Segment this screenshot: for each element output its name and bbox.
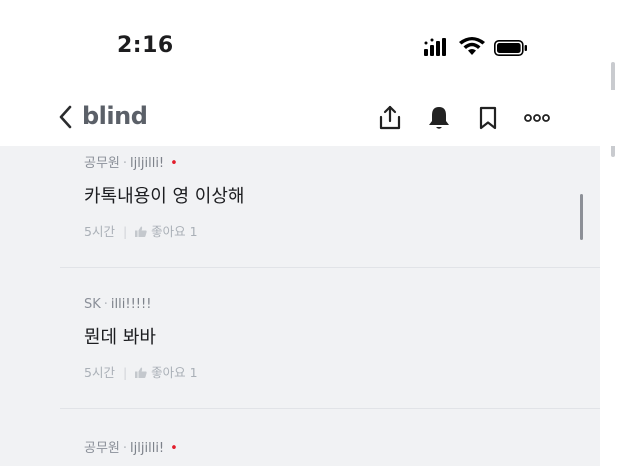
author-nickname[interactable]: ljljilli! — [130, 441, 164, 456]
footer-separator: | — [122, 365, 128, 380]
comment-meta: 공무원 · ljljilli! • — [84, 155, 564, 173]
footer-separator: | — [122, 224, 128, 239]
like-count: 좋아요 1 — [151, 365, 198, 380]
meta-separator: · — [122, 156, 128, 171]
bookmark-icon — [479, 106, 497, 130]
thumbs-up-icon — [135, 367, 147, 378]
comment-divider — [60, 408, 600, 409]
meta-separator: · — [122, 441, 128, 456]
battery-icon — [494, 40, 527, 56]
comment-meta: 공무원 · ljljilli! • — [84, 440, 564, 458]
company-name: SK — [84, 297, 101, 312]
comment-divider — [60, 267, 600, 268]
notification-button[interactable] — [425, 104, 453, 132]
more-button[interactable] — [523, 104, 551, 132]
company-name: 공무원 — [84, 156, 120, 171]
cellular-signal-icon — [424, 38, 446, 56]
comment-meta: SK · illi!!!!! — [84, 296, 564, 314]
comment-footer: 5시간 | 좋아요 1 — [84, 364, 564, 382]
comment-time: 5시간 — [84, 365, 115, 380]
author-badge: • — [170, 441, 178, 456]
nav-bar: blind — [0, 90, 617, 146]
comment-footer: 5시간 | 좋아요 1 — [84, 223, 564, 241]
like-button[interactable]: 좋아요 1 — [135, 365, 198, 380]
back-chevron-icon[interactable] — [56, 102, 76, 132]
comment-item[interactable]: 공무원 · ljljilli! • 카톡내용이 영 이상해 5시간 | 좋아요 1 — [84, 155, 564, 241]
status-time: 2:16 — [117, 33, 174, 58]
comment-text: 카톡내용이 영 이상해 — [84, 186, 245, 207]
bookmark-button[interactable] — [474, 104, 502, 132]
comment-item[interactable]: 공무원 · ljljilli! • — [84, 440, 564, 458]
comment-list[interactable]: 공무원 · ljljilli! • 카톡내용이 영 이상해 5시간 | 좋아요 1 SK ·… — [0, 146, 600, 466]
author-badge: • — [170, 156, 178, 171]
comment-item[interactable]: SK · illi!!!!! 뭔데 봐바 5시간 | 좋아요 1 — [84, 296, 564, 382]
share-button[interactable] — [376, 104, 404, 132]
more-icon — [524, 114, 550, 122]
share-icon — [379, 105, 401, 130]
company-name: 공무원 — [84, 441, 120, 456]
brand-logo[interactable]: blind — [82, 102, 148, 130]
meta-separator: · — [103, 297, 108, 312]
feed-scrollbar-thumb[interactable] — [580, 194, 583, 240]
thumbs-up-icon — [135, 226, 147, 237]
wifi-icon — [459, 37, 485, 55]
author-nickname[interactable]: ljljilli! — [130, 156, 164, 171]
status-icons — [424, 36, 564, 60]
author-nickname[interactable]: illi!!!!! — [111, 297, 152, 312]
like-count: 좋아요 1 — [151, 224, 198, 239]
like-button[interactable]: 좋아요 1 — [135, 224, 198, 239]
comment-text: 뭔데 봐바 — [84, 327, 156, 348]
status-bar: 2:16 — [0, 0, 617, 90]
comment-time: 5시간 — [84, 224, 115, 239]
bell-icon — [429, 107, 449, 129]
